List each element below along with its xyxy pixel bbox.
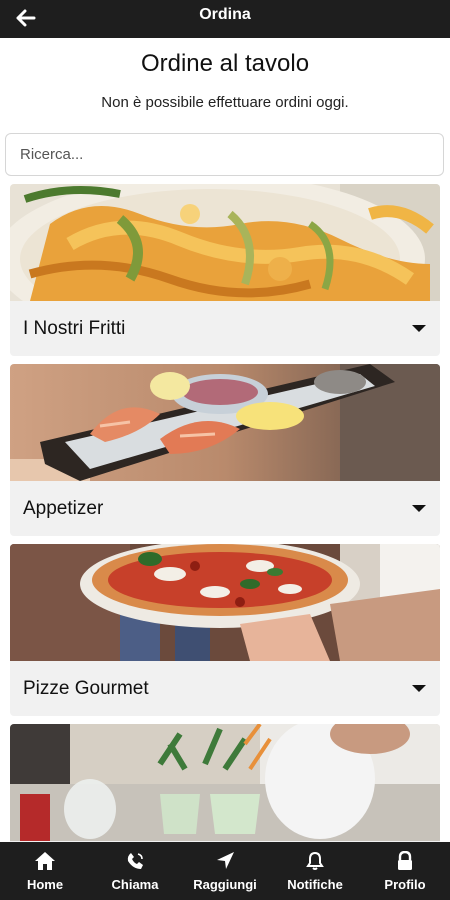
phone-icon (124, 850, 146, 872)
category-card-fritti[interactable]: I Nostri Fritti (10, 184, 440, 356)
fried-food-photo (10, 184, 440, 301)
nav-label: Home (26, 877, 64, 892)
nav-label: Chiama (111, 877, 159, 892)
page-title: Ordine al tavolo (140, 50, 310, 77)
nav-notifiche[interactable]: Notifiche (270, 842, 360, 900)
cocktails-photo (10, 724, 440, 841)
category-card-footer: Pizze Gourmet (10, 661, 440, 716)
ordering-status-text: Non è possibile effettuare ordini oggi. (101, 94, 349, 111)
top-bar: Ordina (0, 0, 450, 38)
page-header-title: Ordina (199, 6, 251, 23)
nav-label: Notifiche (287, 877, 343, 892)
search-box (5, 133, 444, 176)
lock-icon (394, 850, 416, 872)
category-label: Pizze Gourmet (23, 678, 149, 699)
caret-down-icon (412, 685, 426, 692)
category-label: I Nostri Fritti (23, 318, 126, 339)
caret-down-icon (412, 505, 426, 512)
home-icon (34, 850, 56, 872)
bell-icon (304, 850, 326, 872)
nav-raggiungi[interactable]: Raggiungi (180, 842, 270, 900)
nav-profilo[interactable]: Profilo (360, 842, 450, 900)
nav-chiama[interactable]: Chiama (90, 842, 180, 900)
category-label: Appetizer (23, 498, 104, 519)
nav-label: Profilo (384, 877, 426, 892)
category-card-footer: I Nostri Fritti (10, 301, 440, 356)
category-card-appetizer[interactable]: Appetizer (10, 364, 440, 536)
category-card-pizze[interactable]: Pizze Gourmet (10, 544, 440, 716)
caret-down-icon (412, 325, 426, 332)
nav-home[interactable]: Home (0, 842, 90, 900)
pizza-photo (10, 544, 440, 661)
seafood-platter-photo (10, 364, 440, 481)
nav-label: Raggiungi (193, 877, 257, 892)
category-card-footer: Appetizer (10, 481, 440, 536)
search-input[interactable] (6, 134, 443, 175)
bottom-navigation: Home Chiama Raggiungi Notifiche Profilo (0, 842, 450, 900)
location-arrow-icon (214, 850, 236, 872)
